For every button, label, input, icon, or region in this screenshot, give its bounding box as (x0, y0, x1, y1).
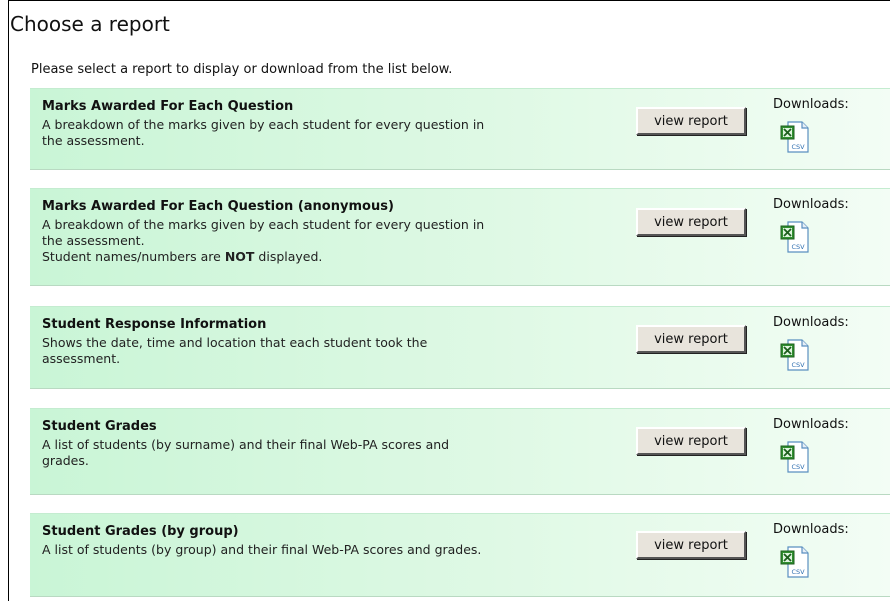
page-title: Choose a report (10, 12, 170, 36)
csv-label: CSV (791, 568, 805, 576)
csv-label: CSV (791, 143, 805, 151)
view-report-button[interactable]: view report (636, 208, 746, 236)
description-line: the assessment. (42, 133, 145, 148)
note-text: Student names/numbers are (42, 249, 225, 264)
downloads-label: Downloads: (773, 417, 849, 432)
view-report-button[interactable]: view report (636, 107, 746, 135)
report-title: Student Grades (by group) (42, 524, 239, 539)
anonymity-note: Student names/numbers are NOT displayed. (42, 249, 617, 265)
report-description: A list of students (by surname) and thei… (42, 437, 617, 469)
report-item-student-grades-by-group: Student Grades (by group) A list of stud… (30, 513, 890, 597)
description-line: assessment. (42, 351, 121, 366)
view-report-button[interactable]: view report (636, 427, 746, 455)
intro-text: Please select a report to display or dow… (31, 62, 453, 77)
note-text: displayed. (254, 249, 323, 264)
description-line: the assessment. (42, 233, 145, 248)
report-item-student-response: Student Response Information Shows the d… (30, 306, 890, 389)
csv-file-icon[interactable]: CSV (778, 337, 812, 373)
report-title: Student Grades (42, 419, 157, 434)
report-title: Marks Awarded For Each Question (anonymo… (42, 199, 394, 214)
note-emphasis: NOT (224, 249, 255, 264)
description-line: grades. (42, 453, 89, 468)
csv-label: CSV (791, 361, 805, 369)
csv-file-icon[interactable]: CSV (778, 219, 812, 255)
description-line: A breakdown of the marks given by each s… (42, 217, 485, 232)
csv-file-icon[interactable]: CSV (778, 439, 812, 475)
description-line: A list of students (by group) and their … (42, 542, 482, 557)
report-description: A breakdown of the marks given by each s… (42, 117, 617, 149)
downloads-label: Downloads: (773, 197, 849, 212)
description-line: Shows the date, time and location that e… (42, 335, 428, 350)
report-description: A breakdown of the marks given by each s… (42, 217, 617, 265)
csv-label: CSV (791, 463, 805, 471)
downloads-label: Downloads: (773, 315, 849, 330)
downloads-label: Downloads: (773, 522, 849, 537)
csv-file-icon[interactable]: CSV (778, 544, 812, 580)
downloads-label: Downloads: (773, 97, 849, 112)
report-title: Marks Awarded For Each Question (42, 99, 294, 114)
report-item-marks-awarded: Marks Awarded For Each Question A breakd… (30, 88, 890, 170)
report-description: A list of students (by group) and their … (42, 542, 617, 558)
description-line: A list of students (by surname) and thei… (42, 437, 450, 452)
description-line: A breakdown of the marks given by each s… (42, 117, 485, 132)
view-report-button[interactable]: view report (636, 531, 746, 559)
report-description: Shows the date, time and location that e… (42, 335, 617, 367)
report-item-marks-awarded-anonymous: Marks Awarded For Each Question (anonymo… (30, 188, 890, 286)
report-item-student-grades: Student Grades A list of students (by su… (30, 408, 890, 495)
csv-label: CSV (791, 243, 805, 251)
csv-file-icon[interactable]: CSV (778, 119, 812, 155)
report-title: Student Response Information (42, 317, 267, 332)
view-report-button[interactable]: view report (636, 325, 746, 353)
